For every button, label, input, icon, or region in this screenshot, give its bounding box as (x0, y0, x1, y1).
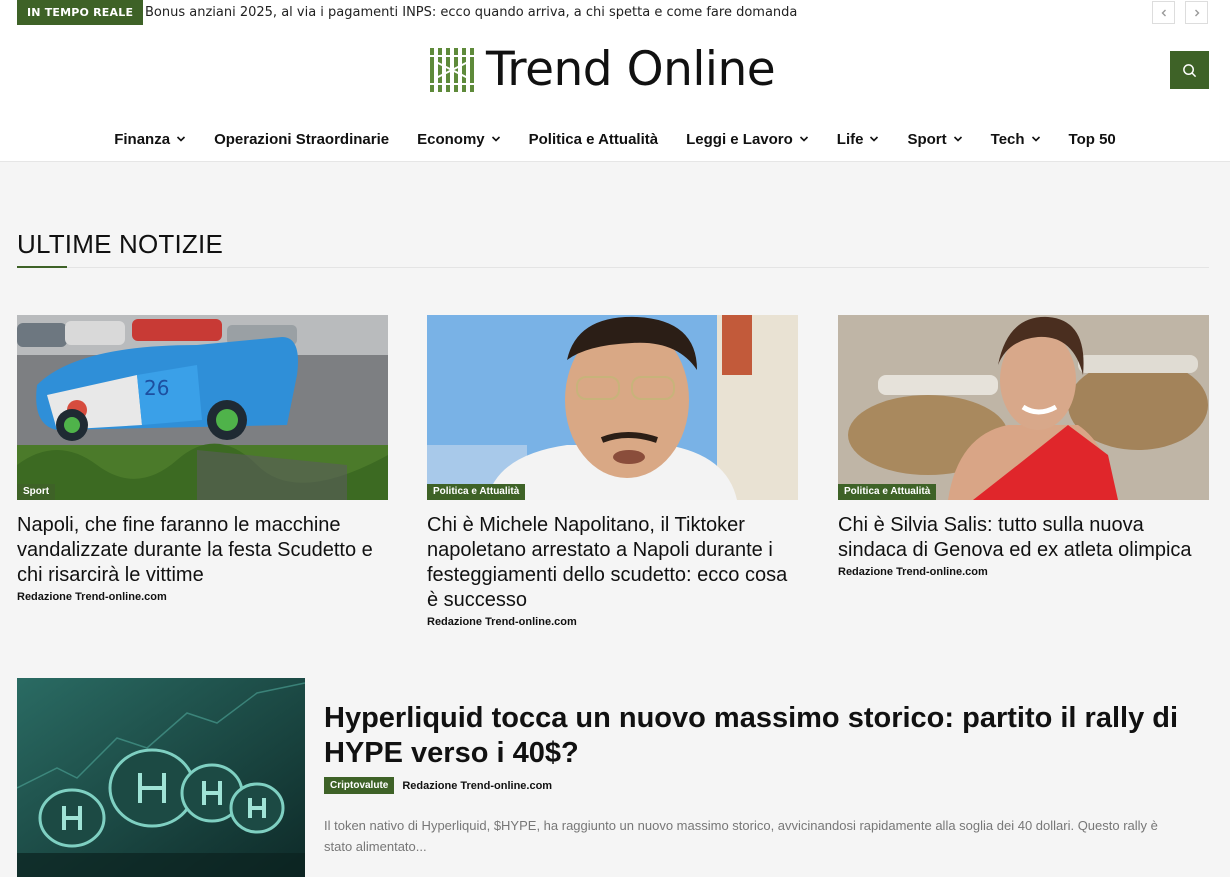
nav-item-economy[interactable]: Economy (403, 125, 515, 153)
live-badge: IN TEMPO REALE (17, 0, 144, 25)
site-logo[interactable]: Trend Online (430, 42, 776, 97)
crypto-coins-illustration (17, 678, 305, 877)
site-header: IN TEMPO REALE Bonus anziani 2025, al vi… (0, 0, 1230, 162)
chevron-down-icon (799, 136, 808, 142)
featured-article-title[interactable]: Hyperliquid tocca un nuovo massimo stori… (324, 701, 1194, 771)
search-button[interactable] (1170, 51, 1209, 89)
news-card: Politica e Attualità Chi è Silvia Salis:… (838, 315, 1209, 578)
news-card-title[interactable]: Chi è Michele Napolitano, il Tiktoker na… (427, 513, 798, 613)
news-card-title[interactable]: Napoli, che fine faranno le macchine van… (17, 513, 388, 588)
nav-item-label: Tech (990, 130, 1025, 148)
featured-article-image[interactable] (17, 678, 305, 877)
section-divider-accent (17, 266, 67, 268)
section-divider (17, 267, 1209, 268)
portrait-photo (427, 315, 798, 500)
search-icon (1183, 63, 1197, 77)
nav-item-sport[interactable]: Sport (893, 125, 976, 153)
news-card-image[interactable]: 26 Sport (17, 315, 388, 500)
chevron-down-icon (953, 136, 962, 142)
nav-item-finanza[interactable]: Finanza (100, 125, 200, 153)
nav-item-label: Leggi e Lavoro (686, 130, 793, 148)
ticker-next-button[interactable] (1185, 1, 1208, 24)
nav-item-label: Life (836, 130, 864, 148)
portrait-photo (838, 315, 1209, 500)
featured-article-meta: Criptovalute Redazione Trend-online.com (324, 777, 552, 794)
chevron-down-icon (870, 136, 879, 142)
nav-item-label: Sport (907, 130, 947, 148)
news-card: Politica e Attualità Chi è Michele Napol… (427, 315, 798, 628)
section-title: ULTIME NOTIZIE (17, 229, 223, 259)
featured-article-author[interactable]: Redazione Trend-online.com (402, 780, 552, 792)
category-tag[interactable]: Criptovalute (324, 777, 395, 794)
nav-item-top-50[interactable]: Top 50 (1055, 125, 1130, 153)
nav-item-politica-e-attualita[interactable]: Politica e Attualità (515, 125, 672, 153)
news-card-author[interactable]: Redazione Trend-online.com (838, 566, 1209, 578)
category-tag[interactable]: Politica e Attualità (427, 484, 526, 500)
site-logo-text: Trend Online (486, 42, 776, 97)
ticker-prev-button[interactable] (1152, 1, 1175, 24)
nav-item-operazioni-straordinarie[interactable]: Operazioni Straordinarie (200, 125, 403, 153)
main-navigation: Finanza Operazioni Straordinarie Economy… (0, 125, 1230, 153)
chevron-down-icon (491, 136, 500, 142)
news-card-author[interactable]: Redazione Trend-online.com (427, 616, 798, 628)
chevron-left-icon (1161, 9, 1166, 16)
nav-item-leggi-e-lavoro[interactable]: Leggi e Lavoro (672, 125, 823, 153)
nav-item-label: Operazioni Straordinarie (214, 130, 390, 148)
nav-item-label: Politica e Attualità (528, 130, 659, 148)
nav-item-life[interactable]: Life (823, 125, 894, 153)
news-card: 26 Sport Napoli, che fine faranno le mac… (17, 315, 388, 603)
nav-item-label: Economy (417, 130, 485, 148)
nav-item-tech[interactable]: Tech (977, 125, 1055, 153)
news-card-author[interactable]: Redazione Trend-online.com (17, 591, 388, 603)
category-tag[interactable]: Politica e Attualità (838, 484, 937, 500)
category-tag[interactable]: Sport (17, 484, 56, 500)
news-card-image[interactable]: Politica e Attualità (427, 315, 798, 500)
logo-mark-icon (430, 48, 474, 92)
featured-article-excerpt: Il token nativo di Hyperliquid, $HYPE, h… (324, 818, 1158, 854)
nav-item-label: Finanza (114, 130, 171, 148)
chevron-right-icon (1194, 9, 1199, 16)
ticker-headline-link[interactable]: Bonus anziani 2025, al via i pagamenti I… (145, 5, 797, 20)
vandalized-car-photo: 26 (17, 315, 388, 500)
svg-text:26: 26 (144, 376, 169, 400)
news-card-title[interactable]: Chi è Silvia Salis: tutto sulla nuova si… (838, 513, 1209, 563)
chevron-down-icon (1031, 136, 1040, 142)
news-card-image[interactable]: Politica e Attualità (838, 315, 1209, 500)
chevron-down-icon (176, 136, 186, 142)
nav-item-label: Top 50 (1068, 130, 1116, 148)
